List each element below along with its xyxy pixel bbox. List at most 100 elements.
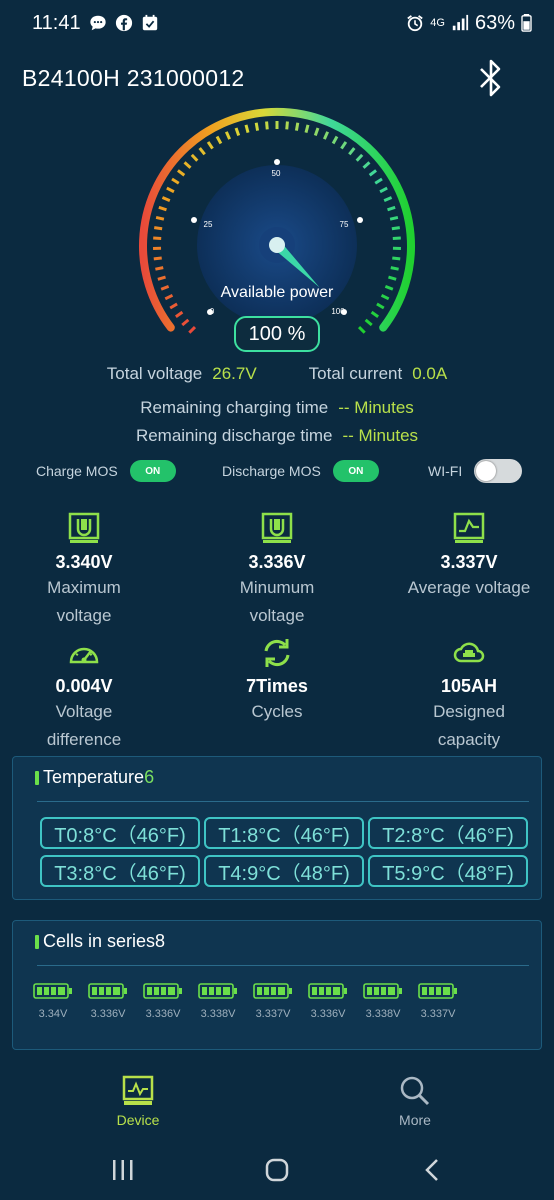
gauge-tick bbox=[244, 124, 250, 134]
battery-cell-icon bbox=[143, 983, 182, 999]
gauge-tick bbox=[161, 196, 171, 202]
total-current-label: Total current bbox=[308, 364, 403, 383]
temperature-count: 6 bbox=[144, 767, 155, 787]
cell-item: 3.338V bbox=[363, 983, 403, 1020]
stat-label: Designed bbox=[433, 702, 505, 721]
nav-device[interactable]: Device bbox=[78, 1070, 198, 1128]
stat-label-2: difference bbox=[46, 730, 122, 749]
cell-voltage: 3.336V bbox=[310, 1008, 346, 1020]
cycle-icon bbox=[264, 639, 290, 667]
signal-icon bbox=[452, 14, 469, 31]
gauge-tick bbox=[374, 177, 383, 185]
device-title: B24100H 231000012 bbox=[22, 64, 245, 91]
gauge-tick bbox=[364, 318, 373, 327]
wifi-toggle-knob bbox=[476, 461, 497, 481]
tick-label-0: 0 bbox=[210, 307, 215, 316]
stat-label: Voltage bbox=[55, 702, 113, 721]
gauge-tick bbox=[155, 215, 165, 221]
discharge-mos-switch: Discharge MOS ON bbox=[222, 456, 379, 486]
total-current-value: 0.0A bbox=[412, 364, 448, 383]
battery-icon bbox=[521, 14, 532, 32]
recent-apps-icon[interactable] bbox=[108, 1156, 138, 1184]
stat-value: 7Times bbox=[246, 676, 308, 696]
back-icon[interactable] bbox=[418, 1156, 448, 1184]
gauge-tick bbox=[362, 161, 371, 169]
gauge-tick bbox=[294, 122, 300, 131]
gauge-tick bbox=[391, 226, 400, 231]
temp-reading-t4: T4:9°C（48°F) bbox=[204, 855, 364, 887]
cell-item: 3.336V bbox=[143, 983, 183, 1020]
total-voltage-label: Total voltage bbox=[106, 364, 203, 383]
temp-reading-t5: T5:9°C（48°F) bbox=[368, 855, 528, 887]
cells-panel: Cells in series 8 3.34V 3.336V 3.336V 3.338… bbox=[12, 920, 542, 1050]
stat-label: Cycles bbox=[251, 702, 303, 721]
cell-item: 3.336V bbox=[88, 983, 128, 1020]
cell-voltage: 3.34V bbox=[38, 1008, 68, 1020]
alarm-icon bbox=[407, 15, 424, 32]
temp-reading-t1: T1:8°C（46°F) bbox=[204, 817, 364, 849]
cell-voltage: 3.338V bbox=[200, 1008, 236, 1020]
cell-item: 3.338V bbox=[198, 983, 238, 1020]
gauge-tick bbox=[175, 310, 184, 318]
gauge-tick bbox=[190, 153, 199, 162]
gauge-tick bbox=[181, 318, 190, 327]
gauge-tick bbox=[171, 177, 180, 185]
voltage-meter-icon bbox=[261, 512, 293, 543]
cell-voltage: 3.337V bbox=[420, 1008, 456, 1020]
tick-label-100: 100 bbox=[331, 307, 345, 316]
message-icon bbox=[89, 15, 106, 31]
tick-label-75: 75 bbox=[340, 220, 349, 229]
battery-cell-icon bbox=[253, 983, 292, 999]
gauge-tick bbox=[331, 135, 339, 145]
gauge-tick bbox=[387, 205, 396, 212]
stat-min-voltage: 3.336V Minumum voltage bbox=[185, 512, 369, 629]
home-icon[interactable] bbox=[262, 1156, 292, 1184]
stat-cycles: 7Times Cycles bbox=[185, 636, 369, 725]
divider bbox=[37, 801, 529, 802]
battery-cell-icon bbox=[198, 983, 237, 999]
stat-value: 0.004V bbox=[55, 676, 113, 696]
gauge-tick bbox=[254, 122, 260, 131]
stat-label: Average voltage bbox=[407, 578, 531, 597]
device-monitor-icon bbox=[122, 1075, 154, 1105]
gauge-tick bbox=[313, 127, 320, 137]
gauge-tick bbox=[285, 121, 289, 130]
gauge-tick bbox=[166, 186, 175, 194]
cell-item: 3.337V bbox=[253, 983, 293, 1020]
gauge-tick bbox=[224, 131, 231, 140]
gauge-tick bbox=[388, 275, 397, 281]
title-accent-bar bbox=[35, 770, 39, 785]
gauge-tick bbox=[177, 169, 186, 177]
temp-reading-t0: T0:8°C（46°F) bbox=[40, 817, 200, 849]
totals-row: Total voltage 26.7V Total current 0.0A bbox=[0, 364, 554, 384]
discharge-time-label: Remaining discharge time bbox=[135, 426, 333, 445]
wifi-label: WI-FI bbox=[428, 463, 463, 479]
gauge-tick bbox=[169, 302, 178, 310]
discharge-mos-toggle[interactable]: ON bbox=[332, 460, 379, 482]
discharge-mos-label: Discharge MOS bbox=[222, 463, 321, 479]
network-type: 4G bbox=[430, 17, 445, 29]
power-percent-badge: 100 % bbox=[234, 316, 320, 352]
gauge-tick bbox=[157, 275, 166, 281]
battery-cell-icon bbox=[363, 983, 402, 999]
cells-count: 8 bbox=[155, 931, 166, 951]
charging-time-value: -- Minutes bbox=[338, 398, 414, 417]
temp-reading-t2: T2:8°C（46°F) bbox=[368, 817, 528, 849]
gauge-label: Available power bbox=[220, 284, 334, 301]
discharge-time-row: Remaining discharge time -- Minutes bbox=[0, 426, 554, 446]
power-percent: 100 % bbox=[248, 322, 306, 345]
bottom-nav: Device More bbox=[0, 1070, 554, 1134]
stat-voltage-difference: 0.004V Voltage difference bbox=[0, 636, 176, 753]
nav-more[interactable]: More bbox=[355, 1070, 475, 1128]
temperature-panel: Temperature 6 T0:8°C（46°F) T1:8°C（46°F) … bbox=[12, 756, 542, 900]
bluetooth-icon[interactable] bbox=[474, 58, 508, 98]
temp-reading-t3: T3:8°C（46°F) bbox=[40, 855, 200, 887]
nav-device-label: Device bbox=[116, 1112, 160, 1128]
stat-designed-capacity: 105AH Designed capacity bbox=[377, 636, 554, 753]
gauge-tick bbox=[357, 325, 366, 334]
wifi-toggle[interactable] bbox=[474, 459, 523, 483]
charge-mos-toggle[interactable]: ON bbox=[129, 460, 176, 482]
cell-voltage: 3.337V bbox=[255, 1008, 291, 1020]
cell-item: 3.337V bbox=[418, 983, 458, 1020]
gauge-tick bbox=[389, 215, 399, 221]
